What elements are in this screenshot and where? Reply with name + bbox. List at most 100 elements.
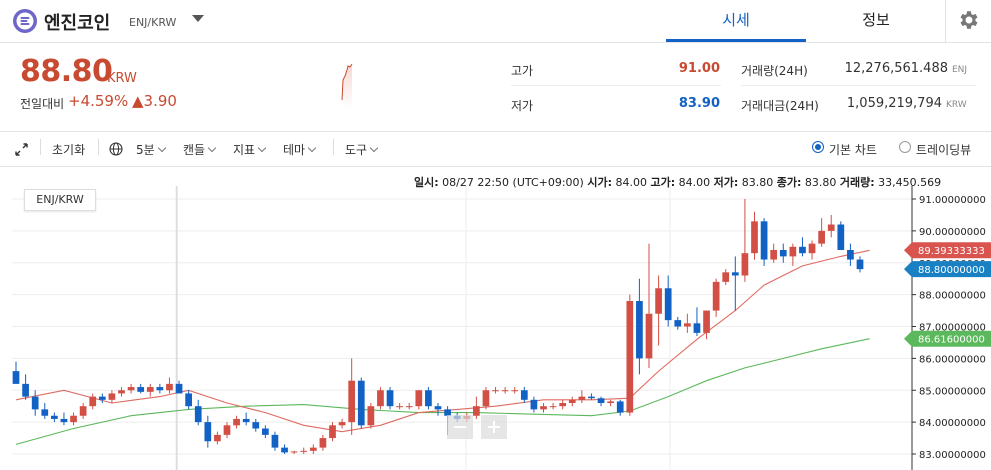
- candle-body: [185, 393, 192, 407]
- high-label: 고가: [511, 64, 534, 78]
- basic-chart-radio[interactable]: [812, 141, 824, 153]
- toolbar-divider: [333, 139, 334, 155]
- globe-icon[interactable]: [109, 142, 123, 156]
- candle-body: [827, 224, 835, 231]
- basic-chart-label[interactable]: 기본 차트: [829, 141, 877, 158]
- coin-name[interactable]: 엔진코인: [44, 9, 110, 35]
- candle-body: [31, 396, 39, 410]
- candle-body: [309, 447, 317, 451]
- tools-select[interactable]: 도구: [345, 141, 379, 158]
- candle-body: [501, 390, 509, 392]
- candle-body: [271, 434, 279, 448]
- candle-body: [60, 418, 68, 423]
- candle-body: [722, 272, 730, 282]
- candle-body: [367, 406, 375, 426]
- y-tick-label: 91.00000000: [919, 195, 986, 206]
- candle-body: [98, 396, 106, 400]
- candle-body: [79, 406, 87, 416]
- candle-body: [425, 390, 432, 407]
- enjin-logo-icon: [13, 9, 37, 33]
- low-label: 저가: [511, 99, 534, 113]
- price-tag-label: 88.80000000: [918, 265, 985, 276]
- interval-select[interactable]: 5분: [136, 141, 166, 158]
- tools-label: 도구: [345, 143, 368, 157]
- candle-body: [779, 250, 787, 257]
- candle-body: [520, 390, 528, 400]
- toolbar-divider: [40, 139, 41, 155]
- candle-body: [712, 281, 720, 311]
- minus-icon: [454, 426, 466, 428]
- candle-body: [540, 406, 547, 410]
- candle-body: [434, 406, 442, 410]
- candle-body: [223, 425, 231, 435]
- candle-body: [319, 438, 327, 448]
- candle-body: [731, 272, 739, 276]
- candle-body: [12, 371, 20, 384]
- candle-body: [492, 390, 499, 392]
- candle-body: [194, 406, 202, 423]
- indicator-select[interactable]: 지표: [233, 141, 267, 158]
- theme-label: 테마: [283, 143, 306, 157]
- candle-body: [693, 323, 701, 333]
- candle-label: 캔들: [183, 143, 206, 157]
- candle-body: [799, 246, 806, 254]
- reset-button[interactable]: 초기화: [52, 141, 85, 158]
- change-percent: +4.59%: [68, 92, 129, 110]
- current-price: 88.80: [20, 54, 113, 89]
- candle-body: [290, 451, 298, 453]
- expand-icon[interactable]: [15, 143, 28, 156]
- plus-icon-bar: [493, 421, 495, 433]
- moving-average-long: [15, 338, 870, 445]
- candle-body: [166, 383, 173, 391]
- candle-body: [127, 387, 135, 391]
- y-tick-label: 83.00000000: [919, 450, 986, 461]
- tab-info[interactable]: 정보: [806, 0, 946, 42]
- interval-label: 5분: [136, 143, 155, 157]
- candle-body: [770, 250, 778, 260]
- zoom-out-button[interactable]: [447, 415, 473, 439]
- candle-body: [636, 301, 643, 359]
- candle-body: [386, 390, 394, 407]
- tradingview-label[interactable]: 트레이딩뷰: [916, 141, 971, 158]
- candle-body: [204, 422, 212, 442]
- theme-select[interactable]: 테마: [283, 141, 317, 158]
- candle-body: [329, 425, 336, 439]
- candle-body: [607, 401, 614, 403]
- price-tag-label: 86.61600000: [918, 335, 985, 346]
- candle-body: [751, 221, 758, 254]
- value-unit: KRW: [946, 100, 967, 110]
- candle-body: [568, 399, 576, 403]
- candle-body: [41, 409, 49, 416]
- candle-body: [847, 250, 854, 260]
- candle-body: [578, 396, 586, 400]
- candle-body: [175, 383, 183, 394]
- candle-body: [808, 243, 816, 254]
- candle-body: [262, 428, 269, 435]
- coin-pair: ENJ/KRW: [129, 16, 177, 29]
- zoom-in-button[interactable]: [481, 415, 507, 439]
- candle-body: [156, 387, 164, 391]
- candle-body: [473, 406, 480, 416]
- volume-unit: ENJ: [952, 65, 968, 75]
- gear-icon[interactable]: [956, 8, 980, 32]
- y-tick-label: 88.00000000: [919, 291, 986, 302]
- candle-body: [70, 415, 77, 423]
- candle-body: [405, 406, 413, 408]
- volume-label: 거래량(24H): [741, 64, 808, 78]
- tradingview-radio[interactable]: [899, 141, 911, 153]
- candle-body: [89, 396, 97, 407]
- candle-body: [51, 415, 58, 419]
- divider: [741, 85, 976, 86]
- candle-body: [674, 320, 682, 327]
- tab-market[interactable]: 시세: [666, 0, 806, 42]
- toolbar-divider: [98, 139, 99, 155]
- candle-body: [760, 221, 768, 260]
- candle-body: [741, 253, 749, 276]
- mini-chart: [341, 63, 353, 108]
- candle-body: [118, 390, 125, 394]
- chevron-down-icon: [257, 143, 267, 153]
- candle-body: [703, 310, 710, 333]
- chevron-down-icon[interactable]: [192, 15, 204, 22]
- candle-body: [588, 396, 595, 399]
- candle-select[interactable]: 캔들: [183, 141, 217, 158]
